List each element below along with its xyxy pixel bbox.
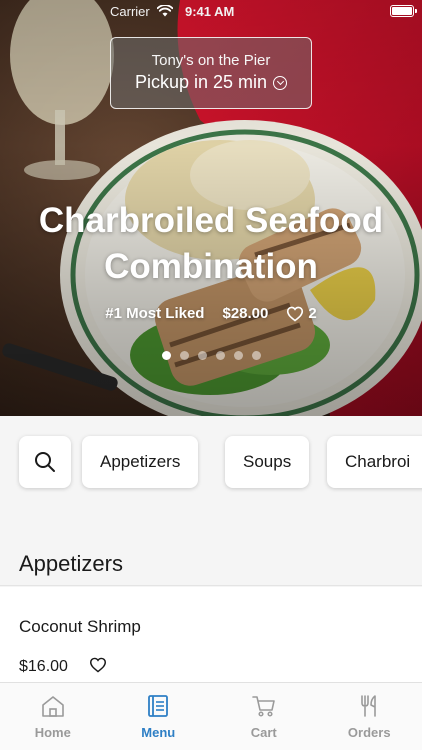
tab-home[interactable]: Home bbox=[0, 683, 106, 750]
menu-item-price: $16.00 bbox=[19, 658, 68, 675]
carousel-dot[interactable] bbox=[251, 351, 261, 360]
pickup-location-selector[interactable]: Tony's on the Pier Pickup in 25 min bbox=[110, 37, 312, 109]
tab-cart-label: Cart bbox=[250, 725, 277, 740]
featured-dish-meta: #1 Most Liked $28.00 2 bbox=[0, 305, 422, 322]
menu-book-icon bbox=[148, 695, 169, 717]
carrier-label: Carrier bbox=[110, 4, 150, 19]
cart-icon bbox=[251, 696, 275, 717]
wifi-icon bbox=[157, 5, 173, 17]
tab-orders-label: Orders bbox=[347, 725, 391, 740]
carousel-dot[interactable] bbox=[161, 351, 171, 360]
carousel-dot[interactable] bbox=[233, 351, 243, 360]
category-bar[interactable]: Appetizers Soups Charbroi bbox=[0, 416, 422, 508]
popularity-badge: #1 Most Liked bbox=[105, 305, 205, 322]
house-icon bbox=[41, 696, 64, 717]
heart-icon bbox=[287, 306, 304, 322]
category-chip-charbroiled[interactable]: Charbroi bbox=[327, 436, 422, 488]
tab-home-label: Home bbox=[34, 725, 71, 740]
pickup-time-label: Pickup in 25 min bbox=[134, 72, 268, 92]
fork-knife-icon bbox=[361, 695, 377, 717]
bottom-tab-bar: Home Menu Cart Orders bbox=[0, 682, 422, 750]
heart-icon[interactable] bbox=[89, 657, 107, 673]
tab-menu-label: Menu bbox=[141, 725, 176, 740]
featured-dish-title-line1: Charbroiled Seafood bbox=[38, 201, 384, 240]
menu-item[interactable]: Coconut Shrimp $16.00 bbox=[0, 587, 422, 682]
restaurant-name: Tony's on the Pier bbox=[151, 52, 271, 69]
featured-dish-price: $28.00 bbox=[222, 305, 269, 322]
menu-search-button[interactable] bbox=[19, 436, 71, 488]
carousel-dot[interactable] bbox=[179, 351, 189, 360]
featured-likes[interactable]: 2 bbox=[286, 305, 317, 322]
featured-dish-title: Charbroiled Seafood Combination bbox=[0, 198, 422, 290]
carousel-dot[interactable] bbox=[215, 351, 225, 360]
category-chip-appetizers[interactable]: Appetizers bbox=[82, 436, 199, 488]
clock-label: 9:41 AM bbox=[185, 4, 235, 19]
tab-orders[interactable]: Orders bbox=[317, 683, 422, 750]
featured-dish-title-line2: Combination bbox=[104, 247, 318, 286]
category-chip-soups[interactable]: Soups bbox=[225, 436, 310, 488]
featured-likes-count: 2 bbox=[308, 305, 317, 322]
chevron-down-icon bbox=[273, 75, 288, 90]
search-icon bbox=[35, 452, 55, 472]
tab-cart[interactable]: Cart bbox=[211, 683, 317, 750]
carousel-dot[interactable] bbox=[197, 351, 207, 360]
menu-item-name: Coconut Shrimp bbox=[19, 617, 141, 636]
status-bar: Carrier 9:41 AM bbox=[0, 0, 422, 24]
carousel-dots[interactable] bbox=[0, 351, 422, 360]
section-title: Appetizers bbox=[19, 551, 123, 576]
tab-menu[interactable]: Menu bbox=[106, 683, 212, 750]
menu-section-header: Appetizers bbox=[0, 508, 422, 586]
battery-icon bbox=[390, 5, 417, 17]
hero-banner[interactable]: Carrier 9:41 AM Tony's on the Pier Picku… bbox=[0, 0, 422, 416]
